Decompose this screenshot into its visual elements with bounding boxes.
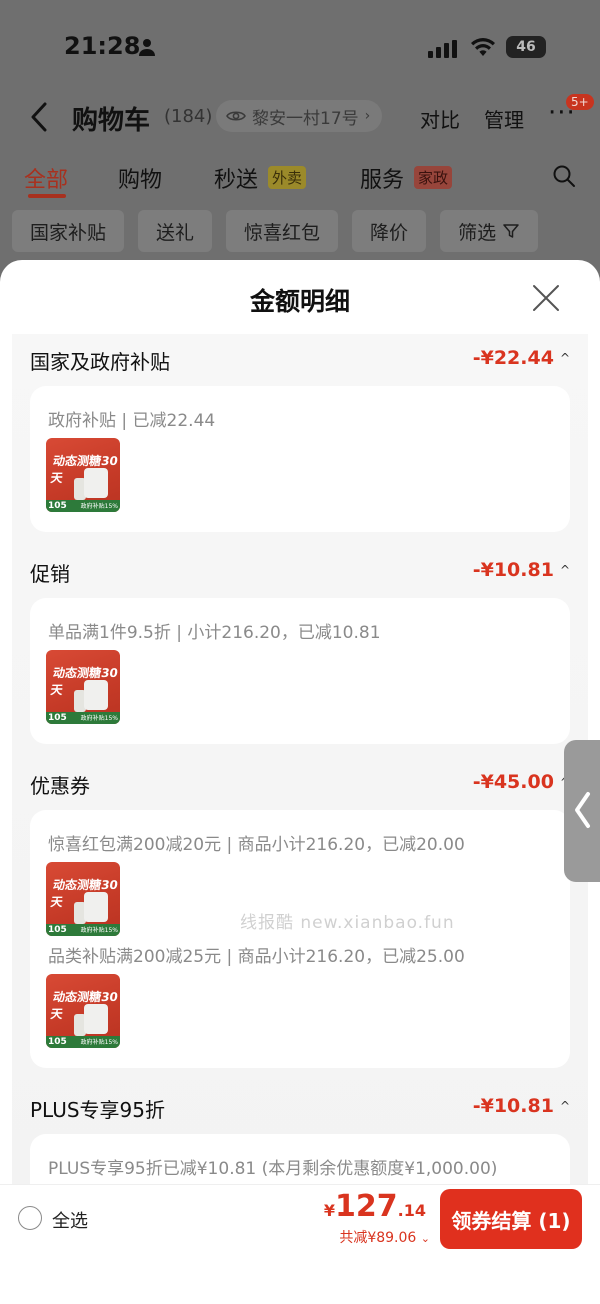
- battery-indicator: 46: [506, 36, 546, 58]
- tab-services[interactable]: 服务: [360, 162, 404, 194]
- person-icon: [138, 38, 156, 56]
- address-text: 黎安一村17号: [252, 108, 359, 129]
- subsidy-detail: 政府补贴 | 已减22.44: [48, 411, 216, 431]
- notification-badge: 5+: [566, 94, 594, 110]
- currency-symbol: ¥: [323, 1201, 336, 1220]
- subsidy-card: 政府补贴 | 已减22.44 动态测糖30天 105 政府补贴15%: [30, 386, 570, 532]
- saved-text: 共减¥89.06: [339, 1230, 417, 1246]
- coupon-detail-1: 惊喜红包满200减20元 | 商品小计216.20，已减20.00: [48, 835, 465, 855]
- filter-button[interactable]: 筛选: [440, 210, 539, 252]
- device-shape: [84, 892, 108, 922]
- promo-card: 单品满1件9.5折 | 小计216.20，已减10.81 动态测糖30天 105…: [30, 598, 570, 744]
- promo-amount: -¥10.81: [472, 559, 554, 581]
- chevron-up-icon: ^: [559, 563, 570, 577]
- watermark: 线报酷 new.xianbao.fun: [240, 913, 455, 933]
- product-thumbnail[interactable]: 动态测糖30天 105 政府补贴15%: [46, 650, 120, 724]
- tab-shopping[interactable]: 购物: [118, 162, 162, 194]
- section-amount-plus[interactable]: -¥10.81 ^: [473, 1095, 570, 1117]
- tab-instant[interactable]: 秒送: [214, 162, 258, 194]
- chevron-up-icon: ^: [559, 351, 570, 365]
- address-selector[interactable]: 黎安一村17号 ›: [216, 100, 383, 132]
- total-saved[interactable]: 共减¥89.06 ⌄: [339, 1227, 430, 1247]
- signal-icon: [428, 40, 458, 62]
- chevron-right-icon: ›: [364, 108, 371, 124]
- section-title-coupon: 优惠券: [30, 774, 90, 798]
- coupon-card: 惊喜红包满200减20元 | 商品小计216.20，已减20.00 动态测糖30…: [30, 810, 570, 1068]
- filter-chips: 国家补贴 送礼 惊喜红包 降价 筛选: [12, 210, 539, 252]
- device-shape: [84, 680, 108, 710]
- close-icon[interactable]: [530, 282, 562, 314]
- side-drawer-handle[interactable]: [564, 740, 600, 882]
- coupon-amount: -¥45.00: [472, 771, 554, 793]
- cart-page-background: 21:28 46 购物车 (184) 黎安一村17号 › 对比 管理 ··· 5…: [0, 0, 600, 300]
- thumb-subsidy: 政府补贴15%: [80, 1039, 118, 1046]
- checkout-bar: 全选 ¥127.14 共减¥89.06 ⌄ 领券结算 (1): [0, 1184, 600, 1254]
- product-thumbnail[interactable]: 动态测糖30天 105 政府补贴15%: [46, 974, 120, 1048]
- active-tab-indicator: [28, 194, 66, 198]
- section-amount-promo[interactable]: -¥10.81 ^: [473, 559, 570, 581]
- wifi-icon: [470, 36, 496, 62]
- section-title-plus: PLUS专享95折: [30, 1098, 165, 1122]
- promo-detail: 单品满1件9.5折 | 小计216.20，已减10.81: [48, 623, 381, 643]
- section-amount-subsidy[interactable]: -¥22.44 ^: [473, 347, 570, 369]
- chevron-left-icon: [575, 792, 590, 828]
- amount-detail-sheet: 金额明细 国家及政府补贴 -¥22.44 ^ 政府补贴 | 已减22.44 动态…: [0, 260, 600, 1304]
- select-all-checkbox[interactable]: [18, 1206, 42, 1230]
- category-tabs: 全部 购物 秒送 外卖 服务 家政: [0, 160, 600, 200]
- cart-navbar: 购物车 (184) 黎安一村17号 › 对比 管理 ··· 5+: [0, 94, 600, 142]
- thumb-subsidy: 政府补贴15%: [80, 715, 118, 722]
- cart-count: (184): [164, 106, 213, 127]
- filter-price-drop[interactable]: 降价: [352, 210, 427, 252]
- home-indicator-area: [0, 1254, 600, 1304]
- filter-gift[interactable]: 送礼: [138, 210, 213, 252]
- eye-icon: [226, 111, 246, 121]
- plus-detail: PLUS专享95折已减¥10.81 (本月剩余优惠额度¥1,000.00): [48, 1159, 498, 1179]
- product-thumbnail[interactable]: 动态测糖30天 105 政府补贴15%: [46, 438, 120, 512]
- filter-national-subsidy[interactable]: 国家补贴: [12, 210, 125, 252]
- filter-red-packet[interactable]: 惊喜红包: [226, 210, 339, 252]
- chevron-up-icon: ^: [559, 1099, 570, 1113]
- page-title: 购物车: [72, 106, 151, 136]
- status-time: 21:28: [64, 32, 141, 60]
- device-shape: [84, 1004, 108, 1034]
- chevron-down-icon: ⌄: [420, 1232, 430, 1245]
- sheet-title: 金额明细: [249, 287, 350, 316]
- section-title-promo: 促销: [30, 562, 70, 586]
- thumb-subsidy: 政府补贴15%: [80, 503, 118, 510]
- manage-button[interactable]: 管理: [484, 104, 524, 133]
- subsidy-amount: -¥22.44: [472, 347, 554, 369]
- thumb-price: 105: [48, 713, 67, 723]
- plus-amount: -¥10.81: [472, 1095, 554, 1117]
- section-amount-coupon[interactable]: -¥45.00 ^: [473, 771, 570, 793]
- checkout-button[interactable]: 领券结算 (1): [440, 1189, 582, 1249]
- search-icon[interactable]: [552, 164, 576, 192]
- takeout-tag: 外卖: [268, 166, 307, 189]
- price-decimal: .14: [397, 1201, 426, 1220]
- compare-button[interactable]: 对比: [420, 104, 460, 133]
- funnel-icon: [503, 224, 519, 238]
- section-title-subsidy: 国家及政府补贴: [30, 350, 170, 374]
- thumb-price: 105: [48, 501, 67, 511]
- device-shape: [84, 468, 108, 498]
- product-thumbnail[interactable]: 动态测糖30天 105 政府补贴15%: [46, 862, 120, 936]
- status-bar: 21:28 46: [0, 28, 600, 68]
- coupon-detail-2: 品类补贴满200减25元 | 商品小计216.20，已减25.00: [48, 947, 465, 967]
- housekeeping-tag: 家政: [414, 166, 453, 189]
- sheet-header: 金额明细: [0, 260, 600, 334]
- thumb-price: 105: [48, 1037, 67, 1047]
- price-integer: 127: [335, 1189, 398, 1224]
- total-price: ¥127.14: [324, 1189, 426, 1224]
- thumb-price: 105: [48, 925, 67, 935]
- back-icon[interactable]: [30, 102, 48, 136]
- detail-list: 国家及政府补贴 -¥22.44 ^ 政府补贴 | 已减22.44 动态测糖30天…: [12, 334, 588, 1184]
- plus-card: PLUS专享95折已减¥10.81 (本月剩余优惠额度¥1,000.00): [30, 1134, 570, 1184]
- thumb-subsidy: 政府补贴15%: [80, 927, 118, 934]
- select-all-label: 全选: [52, 1211, 88, 1232]
- tab-all[interactable]: 全部: [24, 162, 68, 194]
- filter-label: 筛选: [458, 221, 497, 244]
